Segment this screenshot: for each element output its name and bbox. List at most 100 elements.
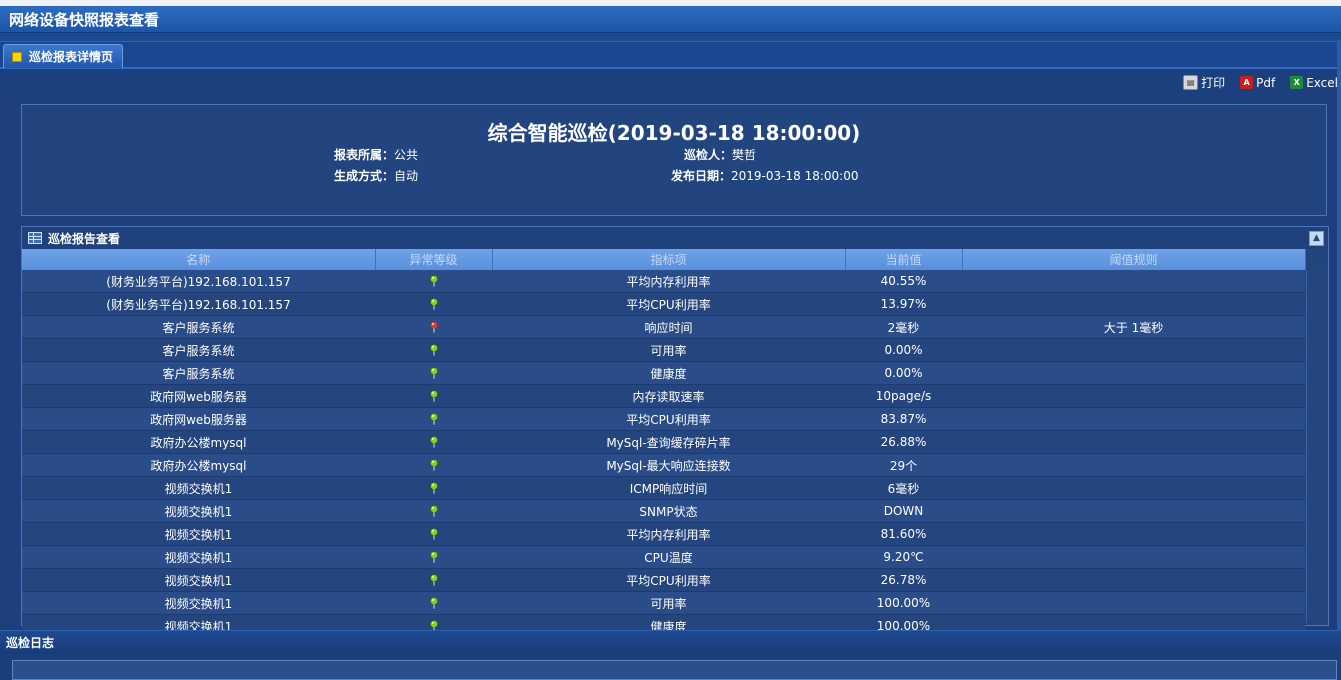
toolbar: ▤ 打印 A Pdf X Excel	[0, 69, 1341, 96]
cell-name: 政府办公楼mysql	[22, 430, 375, 454]
cell-level	[375, 407, 492, 431]
status-pin-green-icon	[429, 297, 439, 310]
log-panel-header[interactable]: 巡检日志	[0, 630, 1341, 654]
status-pin-green-icon	[429, 504, 439, 517]
excel-button[interactable]: X Excel	[1290, 76, 1338, 90]
cell-rule	[962, 476, 1305, 500]
cell-rule	[962, 499, 1305, 523]
cell-rule: 大于 1毫秒	[962, 315, 1305, 339]
print-label: 打印	[1201, 76, 1226, 90]
status-pin-green-icon	[429, 412, 439, 425]
cell-level	[375, 545, 492, 569]
table-row[interactable]: 政府网web服务器 平均CPU利用率 83.87%	[22, 407, 1305, 431]
cell-name: 客户服务系统	[22, 338, 375, 362]
log-title: 巡检日志	[6, 636, 55, 650]
cell-rule	[962, 270, 1305, 293]
cell-value: 9.20℃	[845, 545, 962, 569]
pdf-icon: A	[1240, 76, 1254, 89]
cell-value: 0.00%	[845, 338, 962, 362]
cell-name: 视频交换机1	[22, 476, 375, 500]
col-header-metric[interactable]: 指标项	[492, 249, 846, 270]
cell-name: 视频交换机1	[22, 568, 375, 592]
table-row[interactable]: 客户服务系统 健康度 0.00%	[22, 361, 1305, 385]
cell-rule	[962, 568, 1305, 592]
owner-value: 公共	[394, 148, 419, 162]
cell-metric: 平均内存利用率	[492, 522, 845, 546]
cell-level	[375, 361, 492, 385]
mode-label: 生成方式：	[334, 169, 395, 183]
cell-metric: MySql-查询缓存碎片率	[492, 430, 845, 454]
cell-metric: 平均CPU利用率	[492, 407, 845, 431]
table-row[interactable]: 视频交换机1 平均内存利用率 81.60%	[22, 522, 1305, 546]
cell-level	[375, 568, 492, 592]
report-publish-date: 发布日期：2019-03-18 18:00:00	[671, 167, 858, 184]
cell-value: 10page/s	[845, 384, 962, 408]
cell-rule	[962, 453, 1305, 477]
grid-header: 巡检报告查看 ▲	[22, 227, 1328, 249]
alert-pin-red-icon	[429, 320, 439, 333]
cell-rule	[962, 545, 1305, 569]
pdf-button[interactable]: A Pdf	[1240, 76, 1275, 90]
cell-rule	[962, 292, 1305, 316]
cell-name: 客户服务系统	[22, 361, 375, 385]
cell-metric: 内存读取速率	[492, 384, 845, 408]
collapse-button[interactable]: ▲	[1309, 231, 1324, 246]
cell-value: 6毫秒	[845, 476, 962, 500]
table-row[interactable]: 客户服务系统 可用率 0.00%	[22, 338, 1305, 362]
col-header-name[interactable]: 名称	[22, 249, 376, 270]
col-header-value[interactable]: 当前值	[845, 249, 963, 270]
table-row[interactable]: 政府网web服务器 内存读取速率 10page/s	[22, 384, 1305, 408]
cell-value: 29个	[845, 453, 962, 477]
cell-value: 81.60%	[845, 522, 962, 546]
cell-metric: 平均CPU利用率	[492, 568, 845, 592]
cell-value: 26.88%	[845, 430, 962, 454]
status-pin-green-icon	[429, 527, 439, 540]
cell-name: 视频交换机1	[22, 591, 375, 615]
cell-name: 视频交换机1	[22, 545, 375, 569]
log-content	[12, 660, 1337, 680]
table-row[interactable]: (财务业务平台)192.168.101.157 平均CPU利用率 13.97%	[22, 292, 1305, 316]
cell-level	[375, 338, 492, 362]
table-header-row: 名称 异常等级 指标项 当前值 阈值规则	[22, 249, 1306, 270]
table-row[interactable]: 政府办公楼mysql MySql-查询缓存碎片率 26.88%	[22, 430, 1305, 454]
title-strip	[0, 33, 1341, 42]
cell-level	[375, 430, 492, 454]
inspector-value: 樊哲	[732, 148, 757, 162]
cell-rule	[962, 384, 1305, 408]
cell-rule	[962, 338, 1305, 362]
cell-name: 客户服务系统	[22, 315, 375, 339]
cell-rule	[962, 430, 1305, 454]
status-pin-green-icon	[429, 435, 439, 448]
print-button[interactable]: ▤ 打印	[1183, 74, 1225, 91]
inspection-grid-panel: 巡检报告查看 ▲ 名称 异常等级 指标项 当前值 阈值规则 (财务业务平台)19…	[21, 226, 1329, 638]
table-row[interactable]: 视频交换机1 平均CPU利用率 26.78%	[22, 568, 1305, 592]
tab-report-detail[interactable]: 巡检报表详情页	[3, 44, 124, 68]
cell-metric: 平均CPU利用率	[492, 292, 845, 316]
page-icon	[12, 51, 22, 62]
tab-label: 巡检报表详情页	[29, 50, 114, 64]
table-row[interactable]: 视频交换机1 可用率 100.00%	[22, 591, 1305, 615]
col-header-rule[interactable]: 阈值规则	[962, 249, 1306, 270]
cell-metric: ICMP响应时间	[492, 476, 845, 500]
table-row[interactable]: 视频交换机1 CPU温度 9.20℃	[22, 545, 1305, 569]
right-edge-bar	[1337, 40, 1341, 630]
cell-level	[375, 315, 492, 339]
table-row[interactable]: 客户服务系统 响应时间 2毫秒 大于 1毫秒	[22, 315, 1305, 339]
col-header-level[interactable]: 异常等级	[375, 249, 493, 270]
table-row[interactable]: 政府办公楼mysql MySql-最大响应连接数 29个	[22, 453, 1305, 477]
owner-label: 报表所属：	[334, 148, 395, 162]
cell-level	[375, 522, 492, 546]
table-row[interactable]: 视频交换机1 ICMP响应时间 6毫秒	[22, 476, 1305, 500]
cell-level	[375, 384, 492, 408]
cell-level	[375, 476, 492, 500]
report-header: 综合智能巡检(2019-03-18 18:00:00) 报表所属：公共 生成方式…	[21, 104, 1327, 216]
status-pin-green-icon	[429, 481, 439, 494]
cell-name: 政府网web服务器	[22, 407, 375, 431]
cell-value: 0.00%	[845, 361, 962, 385]
table-row[interactable]: (财务业务平台)192.168.101.157 平均内存利用率 40.55%	[22, 270, 1305, 293]
publish-label: 发布日期：	[671, 169, 732, 183]
grid-title: 巡检报告查看	[48, 231, 121, 246]
vertical-scrollbar[interactable]	[1306, 271, 1328, 623]
cell-name: 视频交换机1	[22, 499, 375, 523]
table-row[interactable]: 视频交换机1 SNMP状态 DOWN	[22, 499, 1305, 523]
